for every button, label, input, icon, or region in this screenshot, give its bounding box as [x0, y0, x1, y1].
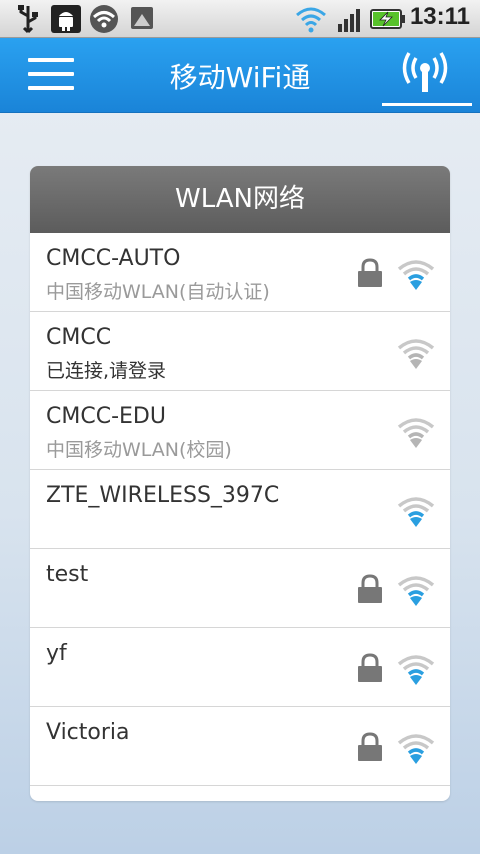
wifi-signal-icon	[396, 652, 436, 690]
network-status: 已连接,请登录	[46, 360, 167, 382]
clock: 13:11	[409, 3, 470, 30]
network-row[interactable]: Victoria	[30, 707, 450, 786]
wlan-card: WLAN网络 CMCC-AUTO 中国移动WLAN(自动认证) CMCC 已连接,请登…	[30, 166, 450, 801]
network-name: Victoria	[46, 720, 130, 745]
battery-charging-icon	[370, 4, 406, 38]
network-list: CMCC-AUTO 中国移动WLAN(自动认证) CMCC 已连接,请登录 CMCC-E…	[30, 233, 450, 786]
network-row[interactable]: yf	[30, 628, 450, 707]
title-bar: 移动WiFi通	[0, 38, 480, 113]
usb-icon	[14, 4, 42, 38]
status-bar: 13:11	[0, 0, 480, 38]
network-name: CMCC-EDU	[46, 404, 166, 429]
network-name: CMCC	[46, 325, 112, 350]
antenna-tab-indicator	[382, 103, 472, 106]
lock-icon	[356, 574, 384, 608]
wifi-signal-icon	[396, 731, 436, 769]
network-status: 中国移动WLAN(校园)	[46, 439, 232, 461]
wlan-card-title: WLAN网络	[30, 166, 450, 233]
wifi-signal-icon	[396, 336, 436, 374]
network-row[interactable]: CMCC-EDU 中国移动WLAN(校园)	[30, 391, 450, 470]
lock-icon	[356, 732, 384, 766]
lock-icon	[356, 653, 384, 687]
network-row[interactable]: CMCC 已连接,请登录	[30, 312, 450, 391]
antenna-icon	[402, 52, 448, 92]
wifi-available-icon	[88, 4, 120, 38]
antenna-button[interactable]	[380, 44, 472, 106]
gallery-icon	[130, 4, 154, 36]
network-status: 中国移动WLAN(自动认证)	[46, 281, 270, 303]
network-name: CMCC-AUTO	[46, 246, 181, 271]
network-row[interactable]: ZTE_WIRELESS_397C	[30, 470, 450, 549]
cell-signal-icon	[337, 4, 365, 38]
wifi-signal-icon	[396, 257, 436, 295]
network-name: yf	[46, 641, 67, 666]
wifi-signal-icon	[396, 415, 436, 453]
network-name: ZTE_WIRELESS_397C	[46, 483, 280, 508]
network-name: test	[46, 562, 89, 587]
android-debug-icon	[50, 4, 82, 38]
wifi-signal-icon	[396, 573, 436, 611]
network-row[interactable]: test	[30, 549, 450, 628]
network-row[interactable]: CMCC-AUTO 中国移动WLAN(自动认证)	[30, 233, 450, 312]
wifi-signal-icon	[294, 4, 328, 38]
lock-icon	[356, 258, 384, 292]
wifi-signal-icon	[396, 494, 436, 532]
